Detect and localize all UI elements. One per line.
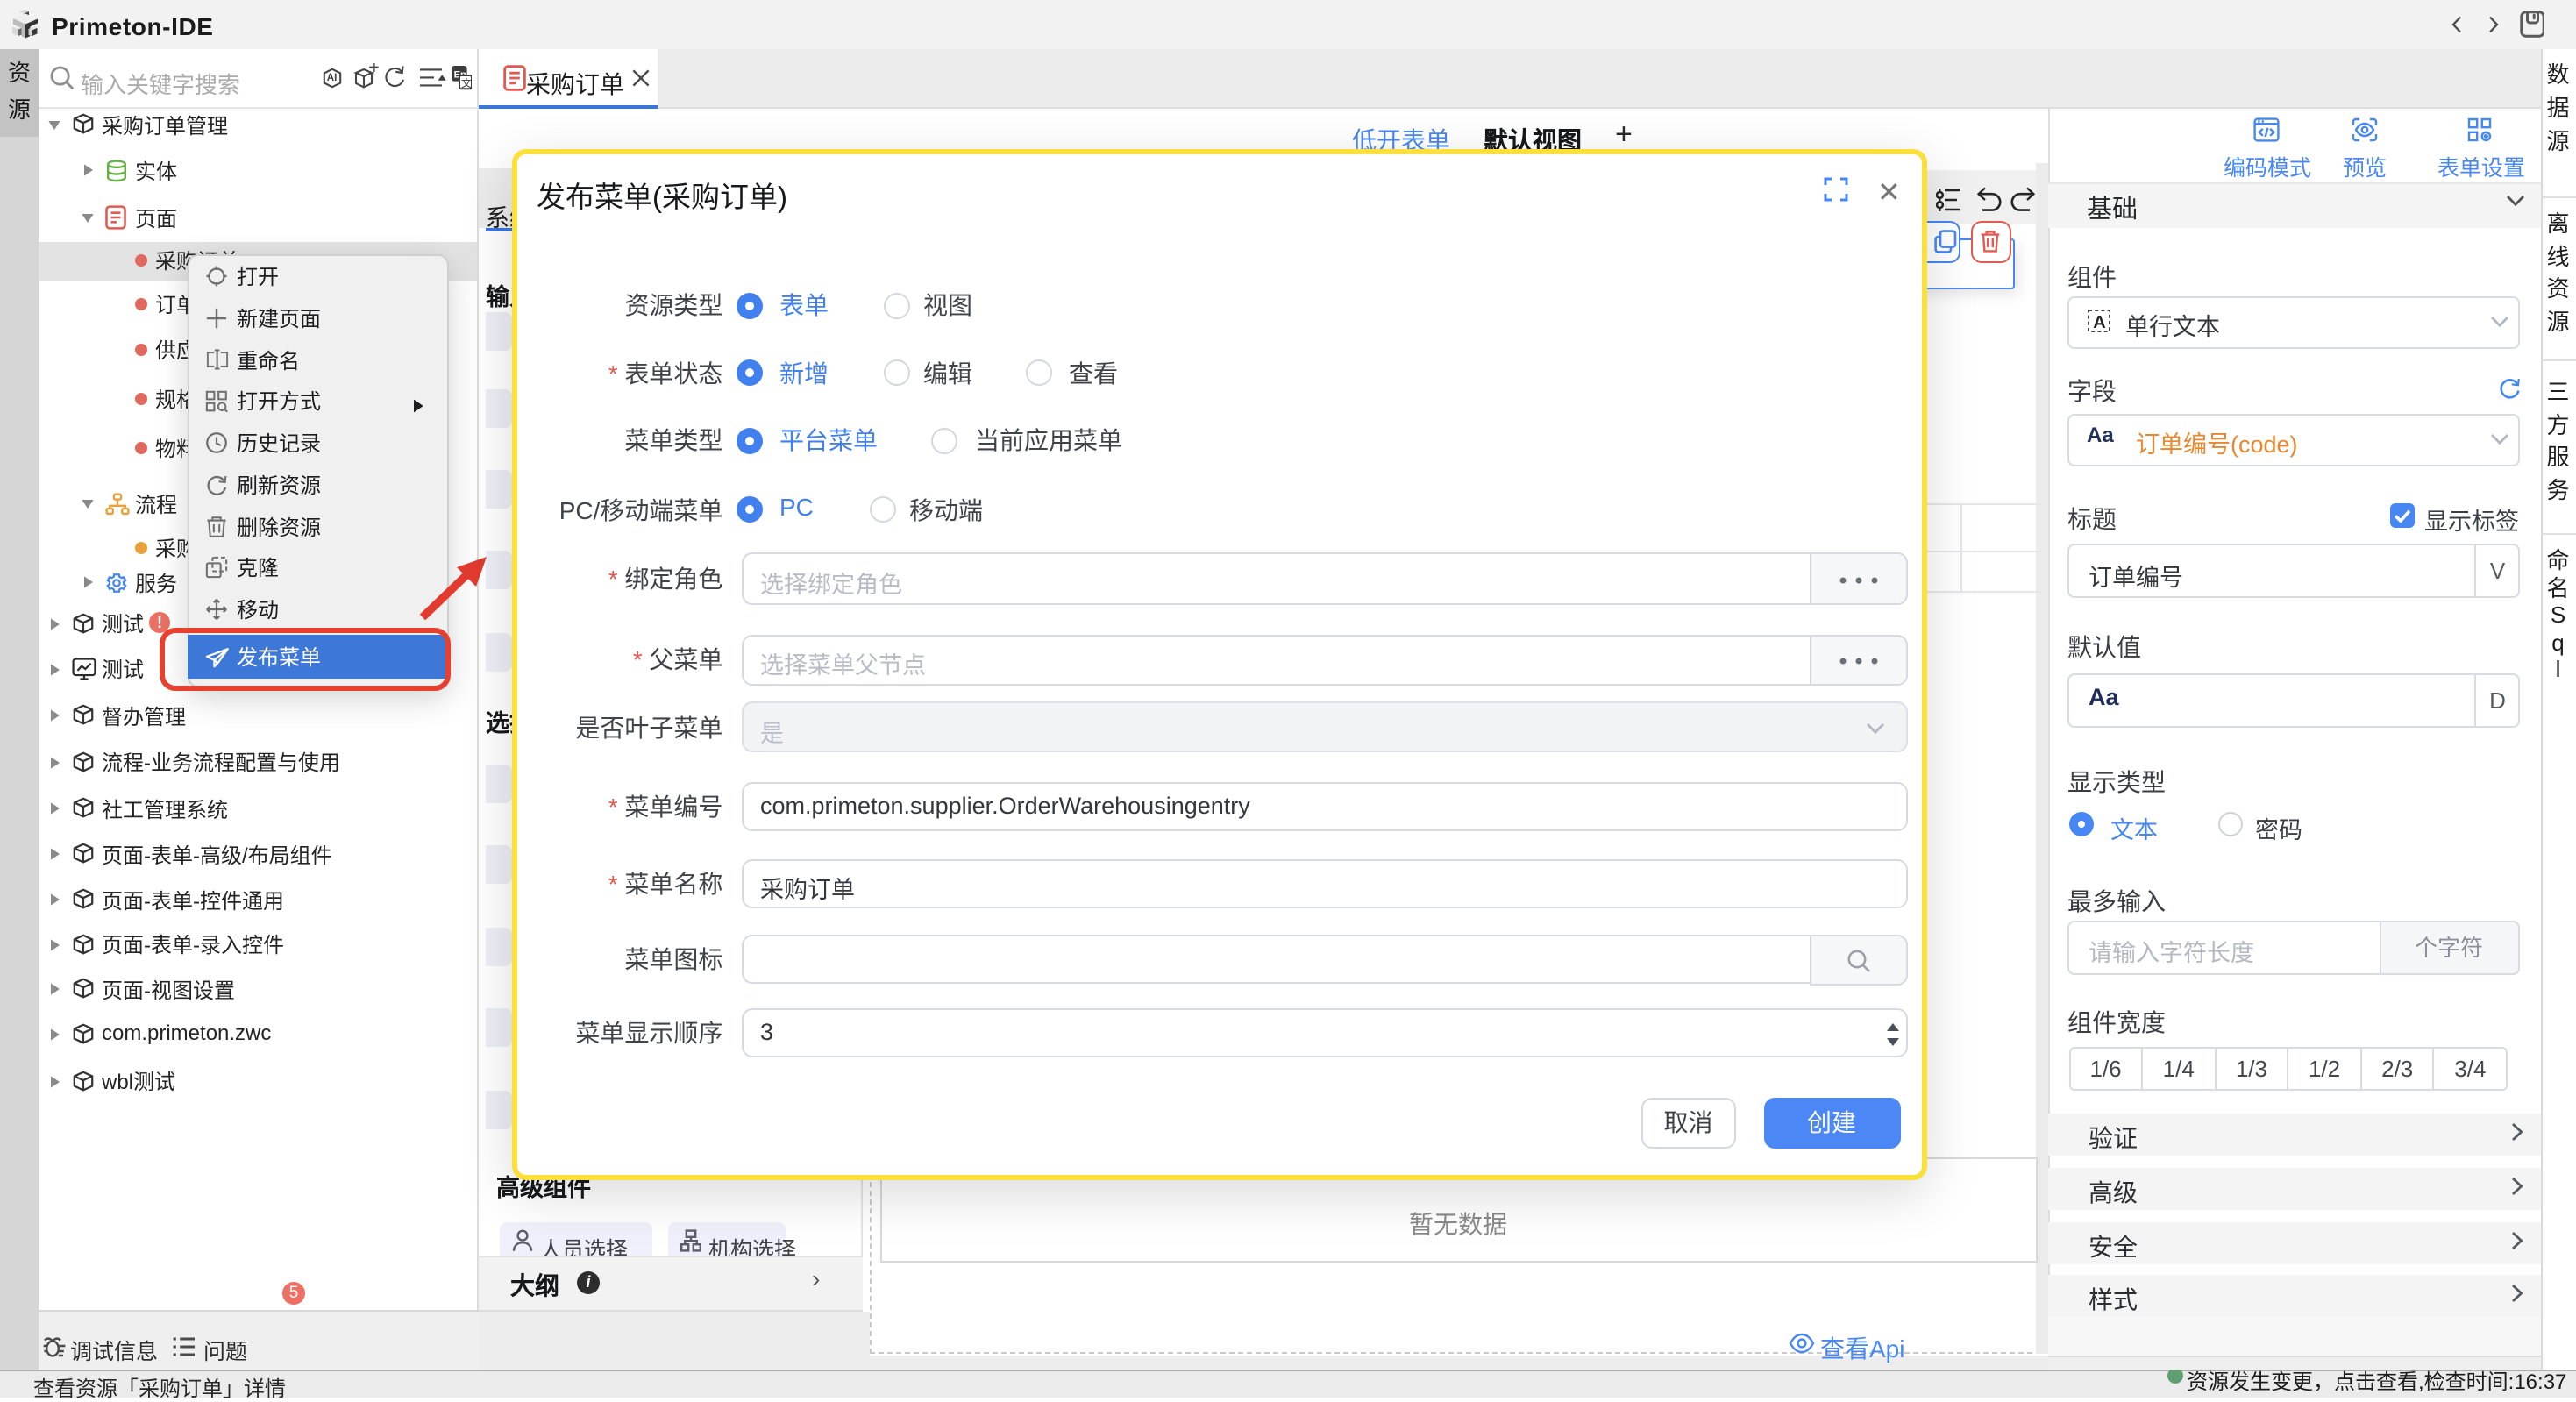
svg-text:A: A <box>2093 313 2105 332</box>
svg-text:AI: AI <box>327 72 338 83</box>
svg-text:文: 文 <box>461 76 472 89</box>
